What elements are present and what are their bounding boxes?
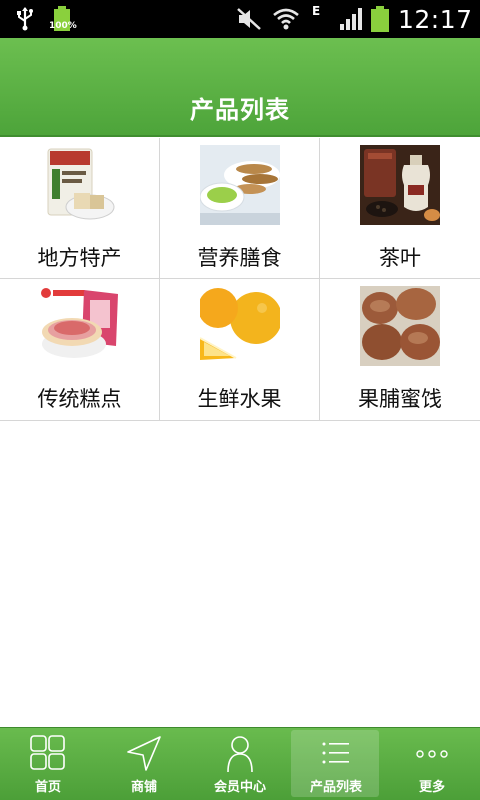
nav-label: 产品列表 <box>309 780 362 795</box>
battery-percent-label: 100% <box>49 21 77 31</box>
product-label: 生鲜水果 <box>197 387 282 411</box>
usb-icon <box>14 0 36 38</box>
nav-label: 会员中心 <box>213 780 266 795</box>
battery-small-icon <box>52 0 72 38</box>
product-tile-candied-fruit[interactable]: 果脯蜜饯 <box>320 279 480 421</box>
nav-label: 首页 <box>34 780 61 795</box>
person-icon <box>220 734 260 774</box>
grid-icon <box>28 734 68 774</box>
status-bar: 100% E 12:17 <box>0 0 480 38</box>
nav-more[interactable]: 更多 <box>384 728 480 800</box>
product-tile-local-specialty[interactable]: 地方特产 <box>0 138 160 279</box>
fresh-fruit-image <box>200 286 280 366</box>
product-grid: 地方特产 营养膳食 茶叶 传统糕点 生鲜水果 果脯蜜饯 <box>0 138 480 421</box>
product-tile-tea[interactable]: 茶叶 <box>320 138 480 279</box>
clock: 12:17 <box>398 4 473 34</box>
mute-icon <box>236 0 262 38</box>
product-label: 果脯蜜饯 <box>358 387 442 411</box>
nutrition-meal-image <box>200 145 280 225</box>
page-title: 产品列表 <box>190 96 290 124</box>
product-label: 传统糕点 <box>37 387 122 411</box>
product-tile-fresh-fruit[interactable]: 生鲜水果 <box>160 279 320 421</box>
tea-image <box>360 145 440 225</box>
battery-icon <box>370 0 390 38</box>
product-label: 茶叶 <box>379 246 421 270</box>
pastry-image <box>40 286 120 366</box>
signal-icon <box>338 0 364 38</box>
nav-label: 商铺 <box>130 780 157 795</box>
network-type-label: E <box>312 4 321 18</box>
candied-fruit-image <box>360 286 440 366</box>
nav-label: 更多 <box>418 780 445 795</box>
navigation-arrow-icon <box>124 734 164 774</box>
title-bar: 产品列表 <box>0 38 480 137</box>
nav-home[interactable]: 首页 <box>0 728 96 800</box>
product-label: 营养膳食 <box>197 246 282 270</box>
product-tile-nutrition-meal[interactable]: 营养膳食 <box>160 138 320 279</box>
nav-shops[interactable]: 商铺 <box>96 728 192 800</box>
nav-member-center[interactable]: 会员中心 <box>192 728 288 800</box>
local-specialty-image <box>40 145 120 225</box>
product-tile-pastry[interactable]: 传统糕点 <box>0 279 160 421</box>
wifi-icon <box>272 0 300 38</box>
nav-product-list[interactable]: 产品列表 <box>288 728 384 800</box>
bottom-navigation: 首页 商铺 会员中心 产品列表 更多 <box>0 727 480 800</box>
list-icon <box>316 734 356 774</box>
product-label: 地方特产 <box>37 246 122 270</box>
more-dots-icon <box>412 734 452 774</box>
